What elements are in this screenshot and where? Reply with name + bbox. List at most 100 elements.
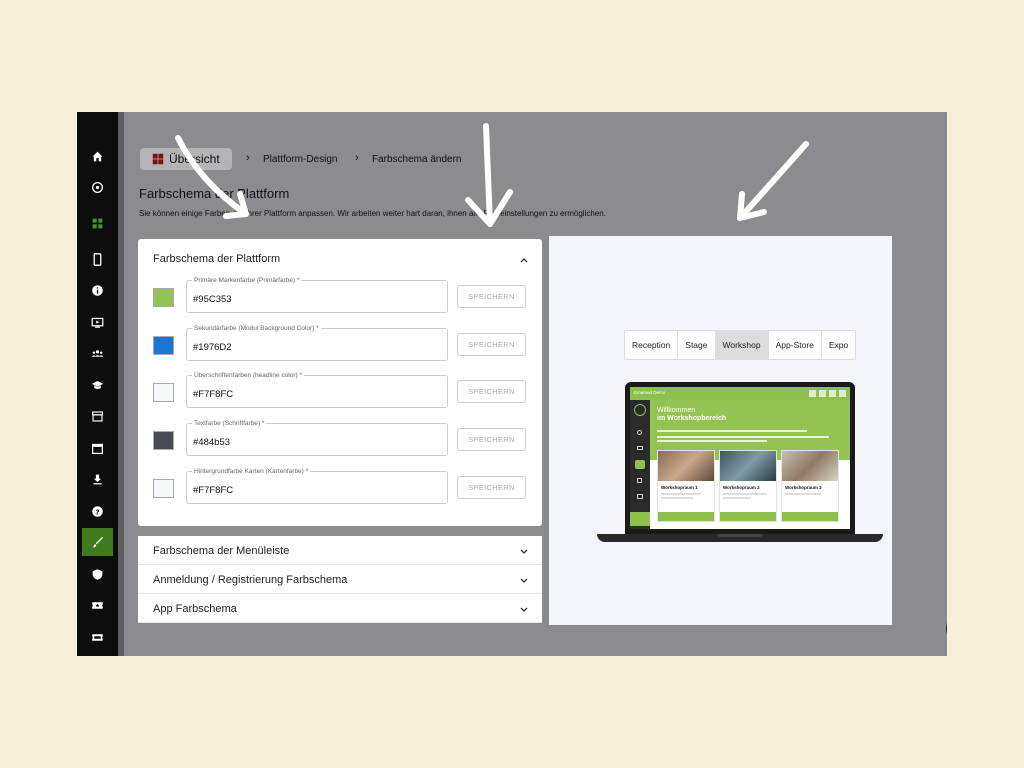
preview-panel: Reception Stage Workshop App-Store Expo … [549,236,892,625]
breadcrumb-platform-design[interactable]: Plattform-Design [263,154,337,165]
color-row-primary: Primäre Markenfarbe (Primärfarbe) * #95C… [153,277,527,314]
save-button[interactable]: SPEICHERN [457,428,526,451]
graduation-icon [91,380,104,389]
screen-brand: Emamed Demo [634,390,666,395]
sidebar-item-phone[interactable] [82,245,113,273]
save-button[interactable]: SPEICHERN [457,380,526,403]
field-label: Überschriftenfarben (headline color) * [192,372,305,379]
sidebar-item-education[interactable] [82,371,113,399]
brush-icon [92,536,103,547]
field-label: Sekundärfarbe (Modul Background Color) * [192,325,321,332]
color-swatch[interactable] [153,383,174,402]
ticket-icon [92,601,103,609]
tab-stage[interactable]: Stage [678,331,716,359]
sidebar-item-design[interactable] [82,528,113,556]
annotation-arrow-icon [737,141,809,221]
sidebar-item-tickets[interactable] [82,591,113,619]
tab-workshop[interactable]: Workshop [715,331,769,359]
help-icon: ? [92,505,103,517]
screen-subtitle: im Workshopbereich [657,415,727,422]
secondary-color-field[interactable]: Sekundärfarbe (Modul Background Color) *… [186,325,448,361]
annotation-arrow-icon [175,135,249,219]
podcast-icon [91,181,104,193]
phone-icon [93,252,102,266]
download-icon [93,474,102,484]
sidebar-item-download[interactable] [82,465,113,493]
color-scheme-panel: Farbschema der Plattform Primäre Markenf… [138,239,542,526]
field-label: Textfarbe (Schriftfarbe) * [192,420,267,427]
save-button[interactable]: SPEICHERN [457,285,526,308]
chevron-down-icon [520,607,528,612]
annotation-arrow-icon [465,123,513,227]
color-row-text: Textfarbe (Schriftfarbe) * #484b53 SPEIC… [153,420,527,457]
sidebar-item-podcast[interactable] [82,173,113,201]
sidebar-item-calendar[interactable] [82,434,113,462]
accordion-label: Anmeldung / Registrierung Farbschema [153,574,348,586]
workshop-card[interactable]: Workshopraum 1 [657,450,715,522]
sidebar-item-help[interactable]: ? [82,497,113,525]
text-color-field[interactable]: Textfarbe (Schriftfarbe) * #484b53 [186,420,448,456]
video-icon [91,317,104,328]
field-label: Hintergrundfarbe Karten (Kartenfarbe) * [192,468,311,475]
chevron-down-icon [520,549,528,554]
card-color-field[interactable]: Hintergrundfarbe Karten (Kartenfarbe) * … [186,468,448,504]
laptop-preview: Emamed Demo Willkommen im Workshopbereic… [597,382,883,547]
laptop-screen: Emamed Demo Willkommen im Workshopbereic… [630,387,850,529]
save-button[interactable]: SPEICHERN [457,333,526,356]
field-value: #484b53 [193,437,230,448]
accordion-app[interactable]: App Farbschema [138,594,542,623]
accordion-menu-bar[interactable]: Farbschema der Menüleiste [138,536,542,565]
info-icon [92,284,103,296]
accordion-login-registration[interactable]: Anmeldung / Registrierung Farbschema [138,565,542,594]
sidebar-item-info[interactable] [82,276,113,304]
panel-title: Farbschema der Plattform [153,253,281,265]
color-swatch[interactable] [153,479,174,498]
field-value: #95C353 [193,294,232,305]
sidebar-item-home[interactable] [82,142,113,170]
sidebar-item-security[interactable] [82,560,113,588]
sidebar-item-grid[interactable] [82,209,113,237]
calendar-icon [92,443,103,454]
contact-mail-button[interactable] [946,610,947,647]
color-swatch[interactable] [153,431,174,450]
color-swatch[interactable] [153,336,174,355]
field-label: Primäre Markenfarbe (Primärfarbe) * [192,277,302,284]
accordion-label: App Farbschema [153,603,237,615]
color-row-secondary: Sekundärfarbe (Modul Background Color) *… [153,325,527,362]
tab-app-store[interactable]: App-Store [769,331,822,359]
headline-color-field[interactable]: Überschriftenfarben (headline color) * #… [186,372,448,408]
sidebar-item-ticket-types[interactable] [82,623,113,651]
workshop-card[interactable]: Workshopraum 2 [719,450,777,522]
save-button[interactable]: SPEICHERN [457,476,526,499]
primary-color-field[interactable]: Primäre Markenfarbe (Primärfarbe) * #95C… [186,277,448,313]
accordion-label: Farbschema der Menüleiste [153,545,290,557]
svg-text:?: ? [95,507,99,516]
chevron-down-icon [520,578,528,583]
people-icon [91,349,104,357]
chevron-right-icon: › [355,152,359,164]
ticket-alt-icon [92,633,103,641]
home-icon [92,151,103,161]
field-value: #F7F8FC [193,389,234,400]
tab-reception[interactable]: Reception [625,331,679,359]
tab-expo[interactable]: Expo [822,331,855,359]
color-row-headline: Überschriftenfarben (headline color) * #… [153,372,527,409]
field-value: #F7F8FC [193,485,234,496]
color-swatch[interactable] [153,288,174,307]
screen-sidebar [630,400,650,529]
workshop-card[interactable]: Workshopraum 3 [781,450,839,522]
grid-icon [92,218,103,228]
laptop-bezel: Emamed Demo Willkommen im Workshopbereic… [625,382,855,535]
sidebar-item-video[interactable] [82,308,113,336]
color-row-card: Hintergrundfarbe Karten (Kartenfarbe) * … [153,468,527,505]
sidebar-item-people[interactable] [82,339,113,367]
shield-icon [92,568,103,580]
screen-topbar: Emamed Demo [630,387,850,400]
sidebar-item-store[interactable] [82,402,113,430]
breadcrumb-current: Farbschema ändern [372,154,462,165]
store-icon [92,410,103,422]
preview-tabs: Reception Stage Workshop App-Store Expo [624,330,857,360]
field-value: #1976D2 [193,342,232,353]
screen-title: Willkommen [657,407,696,414]
chevron-up-icon[interactable] [519,255,529,265]
